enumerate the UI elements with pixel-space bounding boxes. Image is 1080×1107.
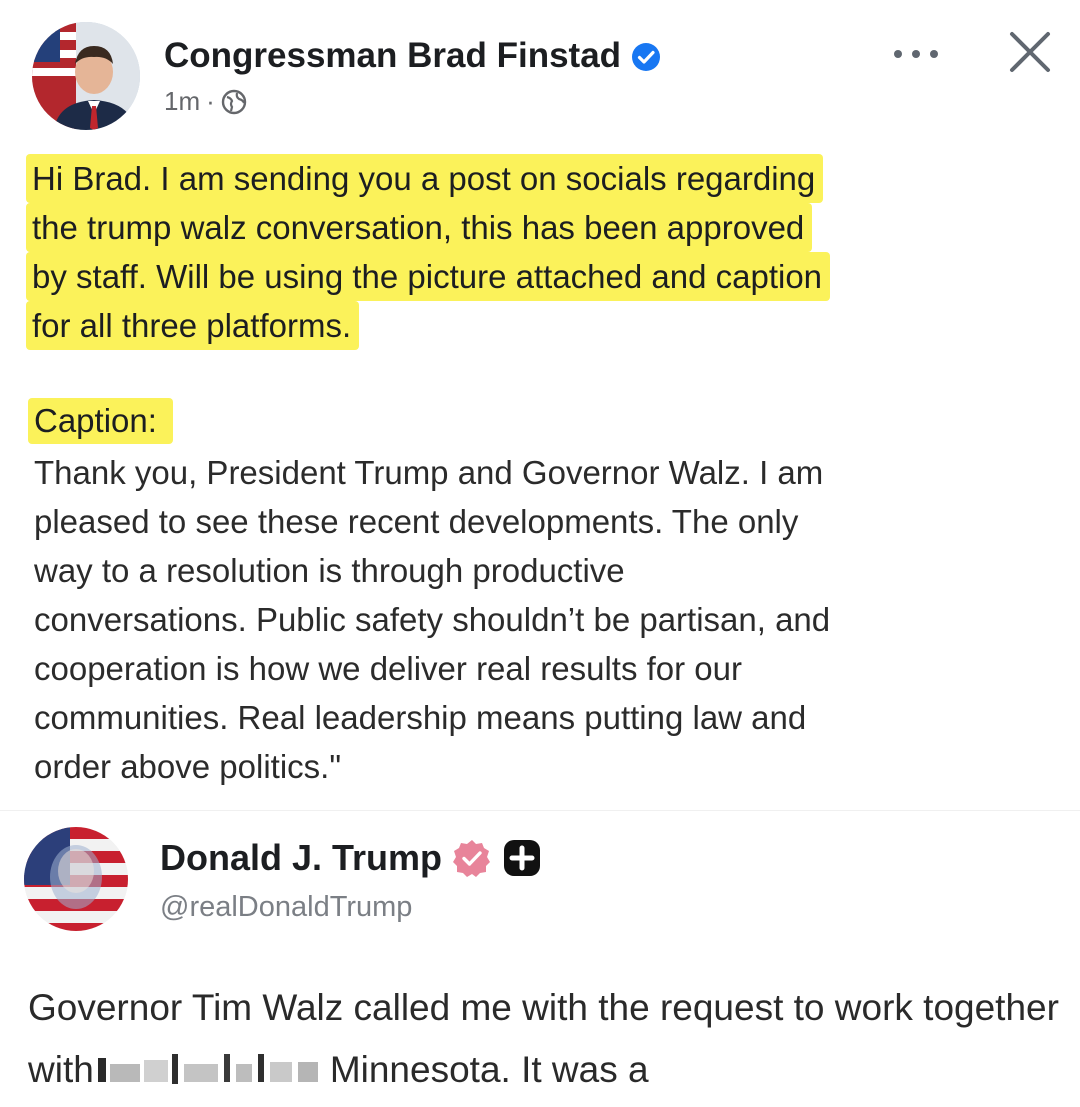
caption-label: Caption:	[28, 398, 173, 444]
message-line: for all three platforms.	[26, 301, 360, 350]
verified-badge-icon	[631, 41, 661, 71]
trump-name[interactable]: Donald J. Trump	[160, 837, 542, 879]
plus-badge-icon	[502, 838, 542, 878]
caption-text: Thank you, President Trump and Governor …	[34, 454, 831, 785]
close-button[interactable]	[1004, 26, 1056, 78]
trump-avatar[interactable]	[24, 827, 128, 931]
trump-name-text[interactable]: Donald J. Trump	[160, 837, 442, 879]
author-name[interactable]: Congressman Brad Finstad	[164, 36, 661, 76]
message-line: the trump walz conversation, this has be…	[26, 203, 813, 252]
globe-icon	[221, 89, 247, 115]
post-meta: 1m ·	[164, 86, 247, 117]
more-options-button[interactable]	[884, 36, 948, 72]
message-line: by staff. Will be using the picture atta…	[26, 252, 831, 301]
close-icon	[1010, 32, 1050, 72]
blurred-redaction	[97, 1045, 324, 1084]
truth-text-end: Minnesota. It was a	[329, 1049, 649, 1090]
author-name-text[interactable]: Congressman Brad Finstad	[164, 36, 621, 76]
trump-handle[interactable]: @realDonaldTrump	[160, 891, 412, 924]
more-dots-icon	[894, 50, 938, 58]
post-timestamp[interactable]: 1m	[164, 86, 200, 117]
pink-verified-icon	[452, 838, 492, 878]
message-line: Hi Brad. I am sending you a post on soci…	[26, 154, 824, 203]
embedded-truth-post[interactable]: Donald J. Trump @realDonaldTrump Governo…	[0, 810, 1080, 1101]
post-message: Hi Brad. I am sending you a post on soci…	[26, 154, 1058, 350]
post-header: Congressman Brad Finstad 1m ·	[0, 0, 1080, 140]
author-avatar[interactable]	[32, 22, 140, 130]
meta-separator: ·	[206, 86, 215, 116]
facebook-post: Congressman Brad Finstad 1m · Hi Brad. I…	[0, 0, 1080, 1101]
truth-post-text: Governor Tim Walz called me with the req…	[28, 977, 1068, 1101]
